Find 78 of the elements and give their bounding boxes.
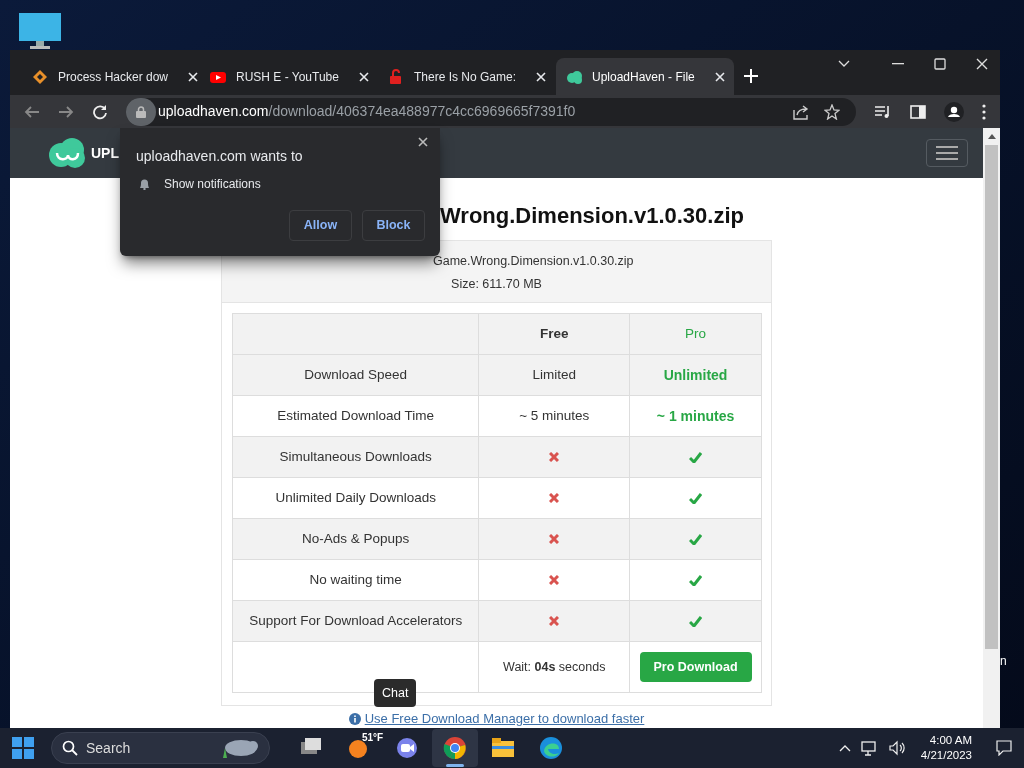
tooltip: Chat (374, 679, 417, 707)
chevron-down-icon[interactable] (838, 60, 850, 68)
table-cell: Download Speed (232, 354, 479, 396)
share-icon[interactable] (792, 103, 810, 120)
file-title: Wrong.Dimension.v1.0.30.zip (440, 202, 744, 230)
scrollbar-thumb[interactable] (985, 145, 998, 649)
search-icon (62, 740, 78, 756)
folder-icon (491, 736, 515, 760)
table-cell: ~ 1 minutes (629, 395, 762, 437)
temperature-text: 51°F (362, 731, 384, 745)
table-cell: Unlimited (629, 354, 762, 396)
desktop-icon-label: n (1000, 653, 1007, 670)
bell-icon (139, 178, 150, 190)
chrome-icon (443, 736, 467, 760)
taskbar-app-button[interactable]: 51°F (336, 729, 382, 767)
address-bar[interactable]: uploadhaven.com/download/406374ea488977c4cc6969665f7391f0 (126, 97, 856, 126)
notification-icon[interactable] (996, 740, 1012, 756)
close-icon[interactable] (418, 137, 428, 147)
media-icon[interactable] (874, 104, 892, 119)
popup-button[interactable]: Allow (289, 210, 352, 241)
download-manager-link[interactable]: Use Free Download Manager to download faster (364, 709, 645, 728)
edge-icon (539, 736, 563, 760)
popup-button[interactable]: Block (362, 210, 425, 241)
back-icon[interactable] (24, 104, 40, 119)
search-placeholder: Search (86, 738, 132, 758)
maximize-icon[interactable] (934, 58, 946, 70)
popup-title: uploadhaven.com wants to (136, 147, 304, 166)
column-header: Pro (629, 313, 762, 355)
browser-tab[interactable]: Process Hacker dow (22, 58, 200, 95)
network-icon[interactable] (860, 740, 879, 756)
tab-title: UploadHaven - File (592, 68, 695, 86)
taskbar-app-button[interactable] (432, 729, 478, 767)
browser-tab[interactable]: UploadHaven - File (556, 58, 734, 95)
table-cell: ~ 5 minutes (478, 395, 630, 437)
forward-icon[interactable] (58, 104, 74, 119)
table-cell: Unlimited Daily Downloads (232, 477, 479, 519)
reload-icon[interactable] (92, 103, 108, 120)
windows-start-icon[interactable] (12, 737, 34, 759)
star-icon[interactable] (824, 103, 840, 120)
table-cell: Estimated Download Time (232, 395, 479, 437)
logo-text: UPL (91, 143, 119, 163)
table-cell: No waiting time (232, 559, 479, 601)
permission-text: Show notifications (164, 176, 261, 193)
column-header: Free (478, 313, 630, 355)
chevron-up-icon[interactable] (838, 744, 851, 752)
browser-tab[interactable]: There Is No Game: (378, 58, 556, 95)
menu-button[interactable] (926, 139, 968, 167)
table-cell: No-Ads & Popups (232, 518, 479, 560)
new-tab-icon[interactable] (744, 69, 758, 83)
monitor-icon (18, 12, 62, 50)
cloud-icon (566, 68, 582, 85)
scroll-up-icon[interactable] (987, 133, 996, 139)
minimize-icon[interactable] (892, 63, 904, 65)
menu-icon[interactable] (982, 103, 986, 120)
table-cell: Simultaneous Downloads (232, 436, 479, 478)
file-size: Size: 611.70 MB (450, 275, 543, 293)
search-box[interactable]: Search (51, 732, 270, 764)
url-text: uploadhaven.com/download/406374ea488977c4cc6969665f7391f0 (158, 102, 577, 121)
file-name: Game.Wrong.Dimension.v1.0.30.zip (433, 253, 634, 270)
browser-tab[interactable]: RUSH E - YouTube (200, 58, 378, 95)
tab-title: There Is No Game: (414, 68, 517, 86)
close-icon[interactable] (976, 58, 988, 70)
volume-icon[interactable] (888, 740, 907, 756)
wait-text: Wait: 04s seconds (478, 641, 630, 693)
profile-icon[interactable] (944, 101, 964, 122)
tab-title: RUSH E - YouTube (236, 68, 339, 86)
lock-icon[interactable] (136, 105, 146, 118)
hamburger-icon (936, 145, 958, 161)
cloud-logo-icon (48, 137, 86, 169)
clock[interactable]: 4:00 AM 4/21/2023 (920, 733, 972, 763)
side-panel-icon[interactable] (910, 104, 926, 119)
lock-icon (388, 68, 404, 85)
info-icon (348, 712, 361, 725)
diamond-icon (32, 68, 48, 85)
chat-icon (395, 736, 419, 760)
table-cell: Support For Download Accelerators (232, 600, 479, 642)
tab-title: Process Hacker dow (58, 68, 169, 86)
table-cell: Limited (478, 354, 630, 396)
